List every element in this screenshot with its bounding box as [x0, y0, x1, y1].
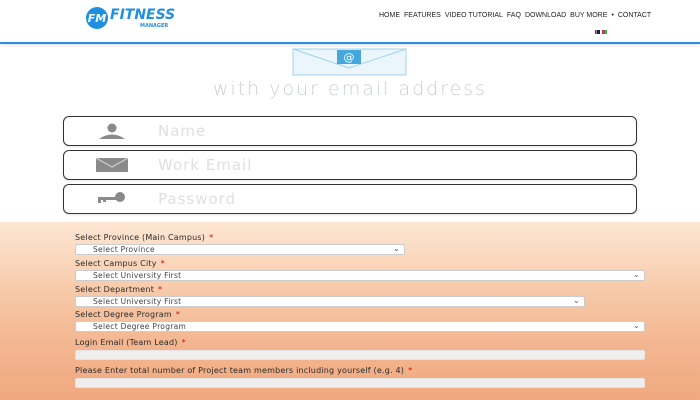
password-field[interactable]	[63, 184, 637, 214]
logo-name: FITNESS	[110, 7, 176, 23]
required-mark: *	[408, 366, 413, 375]
work-email-input[interactable]	[156, 154, 620, 176]
campus-city-select[interactable]: Select University First ⌄	[75, 270, 645, 281]
required-mark: *	[175, 310, 181, 319]
department-select[interactable]: Select University First ⌄	[75, 296, 585, 307]
logo-badge: FM	[86, 7, 108, 29]
team-members-label: Please Enter total number of Project tea…	[75, 366, 413, 375]
required-mark: *	[209, 233, 214, 242]
key-icon	[98, 192, 125, 203]
language-switcher	[595, 30, 607, 34]
name-input[interactable]	[156, 120, 620, 142]
svg-text:@: @	[344, 51, 355, 64]
nav-faq[interactable]: FAQ	[507, 12, 521, 19]
fitness-manager-logo[interactable]: FM FITNESS MANAGER	[86, 6, 175, 30]
required-mark: *	[181, 338, 186, 347]
urdu-flag-icon[interactable]	[602, 30, 607, 34]
envelope-icon	[95, 157, 129, 172]
department-label: Select Department *	[75, 285, 163, 294]
login-email-label: Login Email (Team Lead) *	[75, 338, 186, 347]
degree-program-select[interactable]: Select Degree Program ⌄	[75, 321, 645, 332]
nav-download[interactable]: DOWNLOAD	[525, 12, 566, 19]
required-mark: *	[158, 285, 163, 294]
province-label: Select Province (Main Campus) *	[75, 233, 214, 242]
required-mark: *	[160, 259, 165, 268]
chevron-down-icon: ⌄	[632, 321, 640, 330]
campus-city-label: Select Campus City *	[75, 259, 165, 268]
person-icon	[99, 123, 125, 139]
work-email-field[interactable]	[63, 150, 637, 180]
login-email-input[interactable]	[75, 350, 645, 360]
nav-home[interactable]: HOME	[379, 12, 400, 19]
email-at-icon: @	[292, 48, 407, 76]
signup-heading: with your email address	[212, 78, 488, 100]
logo-subtitle: MANAGER	[140, 23, 169, 29]
english-flag-icon[interactable]	[595, 30, 600, 34]
chevron-down-icon: ⌄	[632, 270, 640, 279]
main-nav: HOME FEATURES VIDEO TUTORIAL FAQ DOWNLOA…	[379, 12, 651, 19]
nav-contact[interactable]: CONTACT	[618, 12, 651, 19]
team-members-input[interactable]	[75, 378, 645, 388]
nav-features[interactable]: FEATURES	[404, 12, 441, 19]
nav-separator: •	[611, 12, 614, 19]
chevron-down-icon: ⌄	[392, 244, 400, 253]
password-input[interactable]	[156, 188, 620, 210]
name-field[interactable]	[63, 116, 637, 146]
province-select[interactable]: Select Province ⌄	[75, 244, 405, 255]
chevron-down-icon: ⌄	[572, 296, 580, 305]
top-navbar: FM FITNESS MANAGER HOME FEATURES VIDEO T…	[0, 0, 700, 44]
nav-buy-more[interactable]: BUY MORE	[570, 12, 607, 19]
nav-video-tutorial[interactable]: VIDEO TUTORIAL	[445, 12, 503, 19]
degree-program-label: Select Degree Program *	[75, 310, 181, 319]
